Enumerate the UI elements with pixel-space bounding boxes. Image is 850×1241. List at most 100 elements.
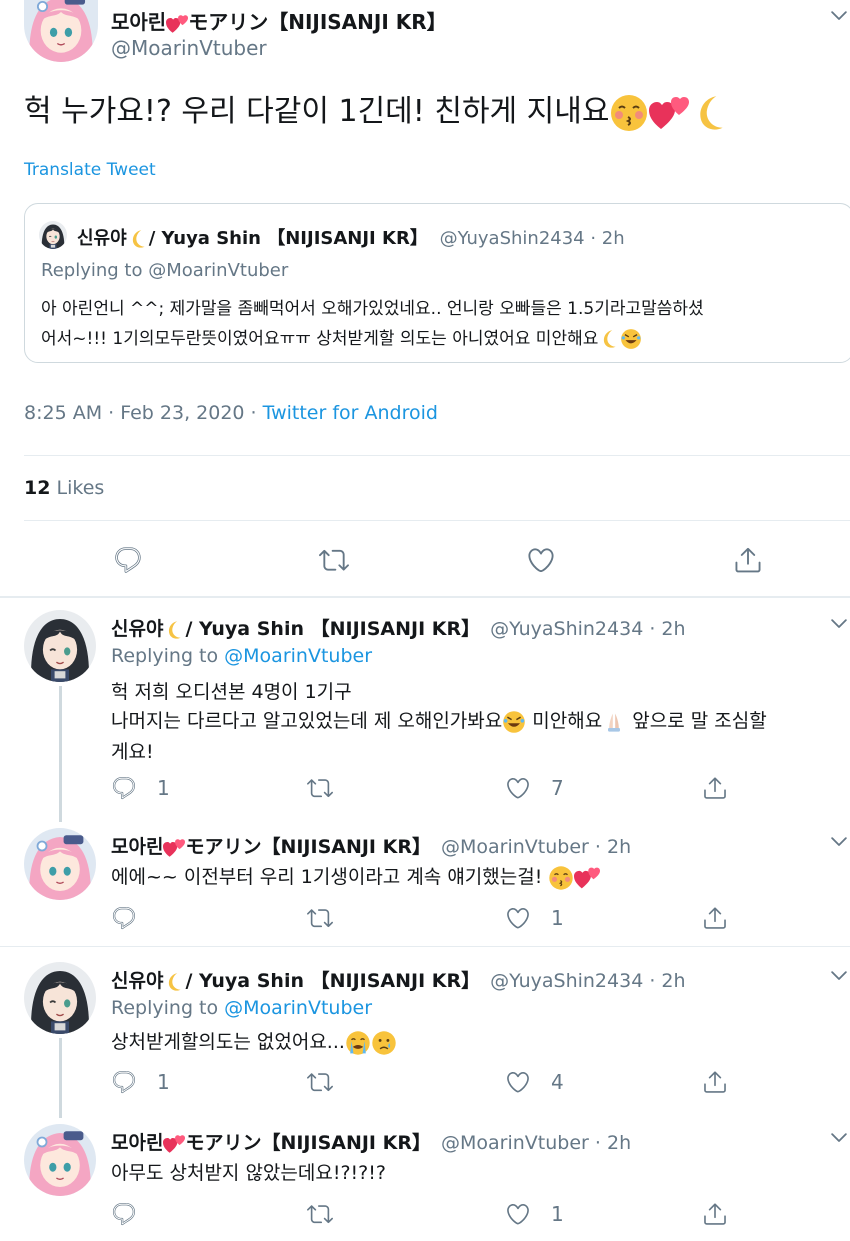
- display-name[interactable]: 신유야: [111, 618, 163, 640]
- folded-hands-emoji-icon: [602, 710, 626, 734]
- reply-icon[interactable]: [111, 1201, 137, 1227]
- avatar: [39, 221, 67, 249]
- thread-line: [59, 686, 62, 822]
- retweet-icon[interactable]: [307, 1201, 333, 1227]
- reply-text-segment: 미안해요: [532, 710, 603, 732]
- like-action[interactable]: 1: [505, 1201, 564, 1227]
- thread-line: [59, 1038, 62, 1118]
- display-name-suffix[interactable]: モアリン【NIJISANJI KR】: [185, 836, 431, 858]
- share-icon[interactable]: [733, 545, 763, 575]
- handle-time: @YuyaShin2434 · 2h: [439, 228, 625, 249]
- avatar[interactable]: [24, 610, 96, 682]
- chevron-down-icon[interactable]: [828, 4, 850, 26]
- reply-text-segment: 에에~~ 이전부터 우리 1기생이라고 계속 얘기했는걸!: [111, 866, 543, 888]
- retweet-icon[interactable]: [319, 545, 349, 575]
- source-link[interactable]: Twitter for Android: [263, 402, 438, 424]
- translate-tweet-link[interactable]: Translate Tweet: [24, 160, 156, 180]
- handle-time[interactable]: @MoarinVtuber · 2h: [441, 1132, 631, 1154]
- like-action[interactable]: 7: [505, 775, 564, 801]
- hearts-emoji-icon: [163, 838, 185, 858]
- reply-count: 1: [157, 1070, 170, 1094]
- replying-to: Replying to @MoarinVtuber: [111, 645, 372, 667]
- avatar[interactable]: [24, 962, 96, 1034]
- display-name-suffix[interactable]: / Yuya Shin 【NIJISANJI KR】: [185, 970, 480, 992]
- replying-prefix: Replying to: [111, 645, 225, 667]
- reply-text-segment: 상처받게할의도는 없었어요...: [111, 1031, 345, 1053]
- display-name[interactable]: 모아린: [111, 836, 163, 858]
- likes-label: Likes: [56, 477, 105, 499]
- chevron-down-icon[interactable]: [828, 1126, 850, 1148]
- chevron-down-icon[interactable]: [828, 964, 850, 986]
- section-divider: [0, 596, 850, 598]
- author-name[interactable]: 모아린 モアリン【NIJISANJI KR】: [111, 6, 447, 35]
- share-icon[interactable]: [702, 1201, 728, 1227]
- display-name-suffix: / Yuya Shin 【NIJISANJI KR】: [148, 228, 428, 249]
- crying-emoji-icon: [371, 1030, 397, 1056]
- display-name: 모아린: [111, 10, 167, 34]
- handle-time[interactable]: @YuyaShin2434 · 2h: [490, 970, 685, 992]
- replying-handle-link[interactable]: @MoarinVtuber: [224, 997, 372, 1019]
- moon-emoji-icon: [163, 971, 185, 993]
- avatar[interactable]: [24, 828, 96, 900]
- handle-time[interactable]: @MoarinVtuber · 2h: [441, 836, 631, 858]
- hearts-emoji-icon: [649, 95, 689, 131]
- reply-icon[interactable]: [113, 545, 143, 575]
- reply-text-line1: 아무도 상처받지 않았는데요!?!?!?: [111, 1162, 386, 1184]
- heart-icon[interactable]: [505, 775, 531, 801]
- author-handle[interactable]: @MoarinVtuber: [111, 36, 267, 60]
- retweet-icon[interactable]: [307, 775, 333, 801]
- replying-handle-link[interactable]: @MoarinVtuber: [224, 645, 372, 667]
- tweet-body: 헉 누가요!? 우리 다같이 1긴데! 친하게 지내요: [24, 94, 610, 129]
- avatar[interactable]: [24, 0, 98, 62]
- chevron-down-icon[interactable]: [828, 830, 850, 852]
- moon-emoji-icon: [163, 619, 185, 641]
- reply-icon[interactable]: [111, 1069, 137, 1095]
- avatar[interactable]: [24, 1124, 96, 1196]
- reply-header: 신유야 / Yuya Shin 【NIJISANJI KR】 @YuyaShin2…: [111, 614, 686, 641]
- reply-icon[interactable]: [111, 905, 137, 931]
- reply-text-line1: 상처받게할의도는 없었어요...: [111, 1027, 397, 1056]
- reply-text-segment: 나머지는 다르다고 알고있었는데 제 오해인가봐요: [111, 710, 503, 732]
- retweet-icon[interactable]: [307, 905, 333, 931]
- moon-emoji-icon: [689, 92, 731, 134]
- chevron-down-icon[interactable]: [828, 612, 850, 634]
- reply-text-segment: 앞으로 말 조심할: [632, 710, 767, 732]
- likes-stat[interactable]: 12 Likes: [24, 477, 104, 499]
- reply-icon[interactable]: [111, 775, 137, 801]
- like-count: 7: [551, 776, 564, 800]
- heart-icon[interactable]: [505, 1201, 531, 1227]
- like-action[interactable]: 4: [505, 1069, 564, 1095]
- retweet-icon[interactable]: [307, 1069, 333, 1095]
- share-icon[interactable]: [702, 1069, 728, 1095]
- quoted-text-line1: 아 아린언니 ^^; 제가말을 좀빼먹어서 오해가있었네요.. 언니랑 오빠들은…: [41, 299, 704, 319]
- display-name[interactable]: 모아린: [111, 1132, 163, 1154]
- handle-time[interactable]: @YuyaShin2434 · 2h: [490, 618, 685, 640]
- replying-prefix: Replying to: [111, 997, 225, 1019]
- like-action[interactable]: 1: [505, 905, 564, 931]
- reply-action[interactable]: 1: [111, 775, 170, 801]
- heart-icon[interactable]: [526, 545, 556, 575]
- quoted-text-line2: 어서~!!! 1기의모두란뜻이였어요ㅠㅠ 상처받게할 의도는 아니였어요 미안해…: [41, 324, 642, 350]
- tweet-text: 헉 누가요!? 우리 다같이 1긴데! 친하게 지내요: [24, 86, 731, 134]
- sob-emoji-icon: [345, 1030, 371, 1056]
- share-icon[interactable]: [702, 775, 728, 801]
- quoted-tweet-card[interactable]: 신유야 / Yuya Shin 【NIJISANJI KR】 @YuyaShin2…: [24, 203, 850, 363]
- heart-icon[interactable]: [505, 905, 531, 931]
- divider: [24, 455, 850, 456]
- hearts-emoji-icon: [163, 1134, 185, 1154]
- display-name-suffix[interactable]: / Yuya Shin 【NIJISANJI KR】: [185, 618, 480, 640]
- share-icon[interactable]: [702, 905, 728, 931]
- moon-emoji-icon: [127, 228, 149, 250]
- display-name-suffix: モアリン【NIJISANJI KR】: [188, 10, 447, 34]
- display-name[interactable]: 신유야: [111, 970, 163, 992]
- reply-header: 모아린 モアリン【NIJISANJI KR】 @MoarinVtuber · 2h: [111, 832, 631, 859]
- reply-header: 신유야 / Yuya Shin 【NIJISANJI KR】 @YuyaShin2…: [111, 966, 686, 993]
- likes-count: 12: [24, 477, 51, 499]
- heart-icon[interactable]: [505, 1069, 531, 1095]
- reply-action[interactable]: 1: [111, 1069, 170, 1095]
- kissing-emoji-icon: [548, 865, 574, 891]
- moon-emoji-icon: [598, 328, 620, 350]
- display-name-suffix[interactable]: モアリン【NIJISANJI KR】: [185, 1132, 431, 1154]
- reply-header: 모아린 モアリン【NIJISANJI KR】 @MoarinVtuber · 2h: [111, 1128, 631, 1155]
- timestamp[interactable]: 8:25 AM · Feb 23, 2020 ·: [24, 402, 263, 424]
